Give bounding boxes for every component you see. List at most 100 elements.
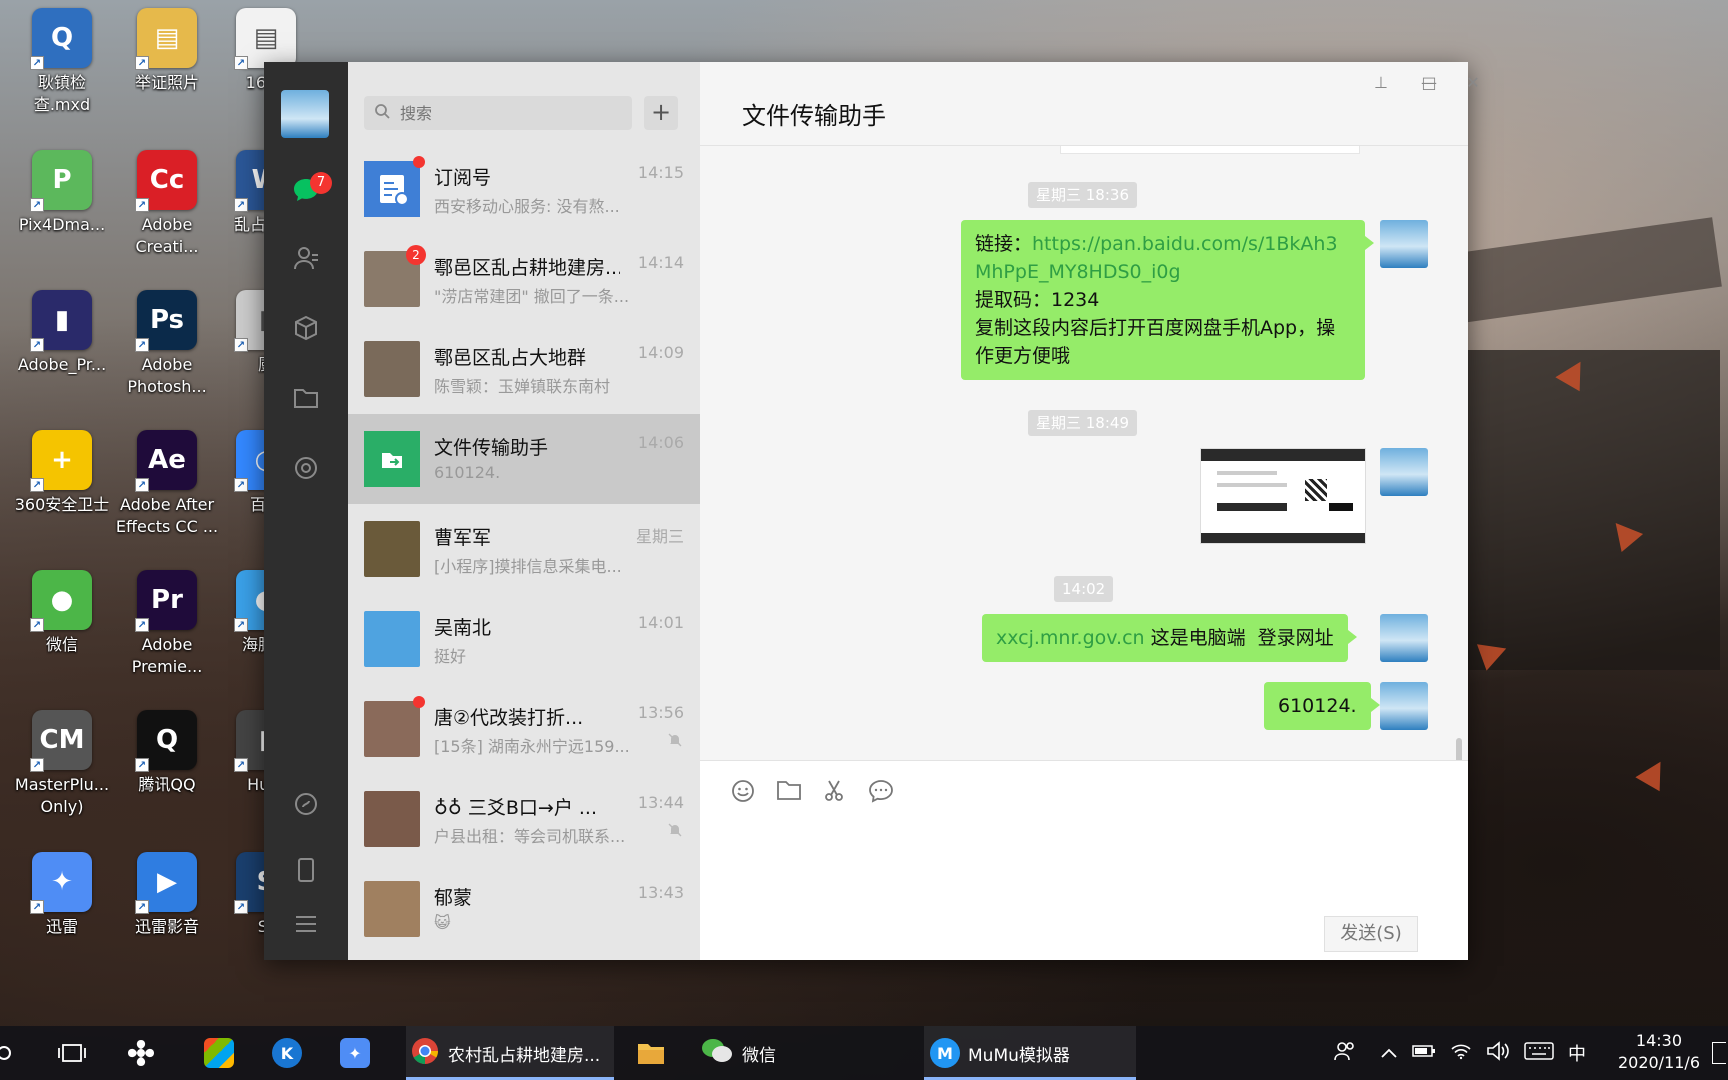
conversation-preview: [小程序]摸排信息采集电...	[434, 557, 622, 576]
desktop-icon[interactable]: + ↗ 360安全卫士	[10, 430, 114, 516]
system-clock[interactable]: 14:30 2020/11/6	[1618, 1030, 1700, 1074]
desktop-icon[interactable]: Q ↗ 耿镇检查.mxd	[10, 8, 114, 116]
conversation-item[interactable]: 2 鄠邑区乱占耕地建房... 14:14 "涝店常建团" 撤回了一条...	[348, 234, 700, 324]
desktop-app-icon: Q ↗	[30, 8, 92, 70]
chevron-up-icon[interactable]	[1380, 1043, 1398, 1064]
desktop-icon[interactable]: ● ↗ 微信	[10, 570, 114, 656]
site-link[interactable]: xxcj.mnr.gov.cn	[996, 627, 1145, 649]
desktop-icon[interactable]: Ps ↗ Adobe Photosh...	[115, 290, 219, 398]
user-avatar[interactable]	[281, 90, 329, 138]
shortcut-arrow-icon: ↗	[30, 338, 44, 352]
screenshot-thumbnail-block	[1217, 503, 1287, 511]
folder-icon[interactable]	[774, 779, 804, 809]
contacts-icon[interactable]	[290, 242, 322, 274]
file-explorer-icon[interactable]	[636, 1026, 666, 1080]
desktop-icon[interactable]: P ↗ Pix4Dma...	[10, 150, 114, 236]
close-icon[interactable]: ✕	[1460, 70, 1486, 96]
desktop-icon-label: Adobe Photosh...	[127, 355, 207, 396]
desktop-app-icon: + ↗	[30, 430, 92, 492]
moments-icon[interactable]	[290, 452, 322, 484]
battery-icon[interactable]	[1412, 1043, 1436, 1064]
sender-avatar[interactable]	[1380, 448, 1428, 496]
task-view-icon[interactable]	[58, 1026, 86, 1080]
shortcut-arrow-icon: ↗	[234, 618, 248, 632]
message-composer[interactable]: 发送(S)	[700, 760, 1468, 960]
sender-avatar[interactable]	[1380, 220, 1428, 268]
menu-icon[interactable]	[290, 908, 322, 940]
screenshot-thumbnail-line	[1217, 471, 1277, 475]
site-message[interactable]: xxcj.mnr.gov.cn 这是电脑端 登录网址	[982, 614, 1357, 662]
conversation-item[interactable]: 曹军军 星期三 [小程序]摸排信息采集电...	[348, 504, 700, 594]
conversation-name: 唐②代改装打折...	[434, 707, 584, 729]
conversation-preview: "涝店常建团" 撤回了一条...	[434, 287, 630, 306]
sender-avatar[interactable]	[1380, 682, 1428, 730]
maximize-icon[interactable]: □	[1416, 70, 1442, 96]
phone-icon[interactable]	[290, 854, 322, 886]
sender-avatar[interactable]	[1380, 614, 1428, 662]
conversation-body: 吴南北 14:01 挺好	[434, 611, 684, 667]
conversation-item[interactable]: ♁♁ 三爻B口→户 ... 13:44 户县出租：等会司机联系...	[348, 774, 700, 864]
conversation-time: 14:09	[637, 343, 684, 362]
image-message[interactable]	[1200, 448, 1366, 544]
chrome-taskbar-item[interactable]: 农村乱占耕地建房...	[406, 1026, 614, 1080]
conversation-item[interactable]: 唐②代改装打折... 13:56 [15条] 湖南永州宁远159...	[348, 684, 700, 774]
ime-indicator[interactable]: 中	[1568, 1040, 1586, 1066]
conversation-time: 13:43	[637, 883, 684, 902]
conversation-item[interactable]: 吴南北 14:01 挺好	[348, 594, 700, 684]
emoji-icon[interactable]	[728, 779, 758, 809]
conversation-item[interactable]: 鄠邑区乱占大地群 14:09 陈雪颖：玉婵镇联东南村	[348, 324, 700, 414]
desktop-icon[interactable]: ▶ ↗ 迅雷影音	[115, 852, 219, 938]
mini-programs-icon[interactable]	[290, 788, 322, 820]
pin-icon[interactable]: ⊥	[1368, 70, 1394, 96]
add-chat-button[interactable]: +	[644, 96, 678, 130]
desktop-icon[interactable]: ✦ ↗ 迅雷	[10, 852, 114, 938]
conversation-body: 郁蒙 13:43 😺	[434, 881, 684, 937]
chrome-taskbar-label: 农村乱占耕地建房...	[448, 1045, 601, 1066]
conversation-name: 鄠邑区乱占耕地建房...	[434, 257, 620, 279]
volume-icon[interactable]	[1486, 1040, 1510, 1066]
notification-icon[interactable]	[1712, 1042, 1726, 1064]
muted-bell-icon	[668, 733, 682, 751]
text-message[interactable]: 610124.	[1264, 682, 1380, 730]
shortcut-arrow-icon: ↗	[234, 338, 248, 352]
wechat-taskbar-item[interactable]: 微信	[700, 1026, 900, 1080]
search-box[interactable]	[364, 96, 632, 130]
link-message[interactable]: 链接：https://pan.baidu.com/s/1BkAh3MhPpE_M…	[961, 220, 1374, 380]
wifi-icon[interactable]	[1450, 1042, 1472, 1065]
desktop-app-icon: Cc ↗	[135, 150, 197, 212]
desktop-icon[interactable]: CM ↗ MasterPlu... Only)	[10, 710, 114, 818]
store-icon[interactable]	[204, 1026, 234, 1080]
link-instruction: 复制这段内容后打开百度网盘手机App，操作更方便哦	[975, 317, 1336, 367]
desktop-icon[interactable]: Cc ↗ Adobe Creati...	[115, 150, 219, 258]
desktop-icon[interactable]: Q ↗ 腾讯QQ	[115, 710, 219, 796]
fan-app-icon[interactable]	[126, 1026, 156, 1080]
qr-code-icon	[1305, 479, 1327, 501]
send-button[interactable]: 发送(S)	[1324, 916, 1418, 952]
start-button[interactable]	[0, 1026, 30, 1080]
wechat-window: 7 + 订阅号14:15西安移动心服务: 没有	[264, 62, 1480, 960]
conversation-item[interactable]: 郁蒙 13:43 😺	[348, 864, 700, 954]
k-app-icon[interactable]: K	[272, 1026, 302, 1080]
conversation-item[interactable]: 文件传输助手 14:06 610124.	[348, 414, 700, 504]
keyboard-icon[interactable]	[1524, 1041, 1554, 1065]
xunlei-taskbar-icon[interactable]: ✦	[340, 1026, 370, 1080]
people-icon[interactable]	[1334, 1040, 1356, 1067]
desktop-icon-label: 360安全卫士	[14, 495, 110, 514]
conversation-item[interactable]: 订阅号 14:15 西安移动心服务: 没有熬...	[348, 144, 700, 234]
desktop-icon[interactable]: Pr ↗ Adobe Premie...	[115, 570, 219, 678]
desktop-icon[interactable]: Ae ↗ Adobe After Effects CC ...	[115, 430, 219, 538]
favorites-icon[interactable]	[290, 312, 322, 344]
previous-message-edge	[1060, 146, 1360, 154]
desktop-icon[interactable]: ▤ ↗ 举证照片	[115, 8, 219, 94]
shortcut-arrow-icon: ↗	[234, 900, 248, 914]
mumu-icon: M	[930, 1038, 960, 1068]
chat-history-icon[interactable]	[866, 779, 896, 809]
mumu-taskbar-item[interactable]: M MuMu模拟器	[924, 1026, 1136, 1080]
scissors-icon[interactable]	[820, 779, 850, 809]
shortcut-arrow-icon: ↗	[135, 758, 149, 772]
files-icon[interactable]	[290, 382, 322, 414]
desktop-app-icon: ▶ ↗	[135, 852, 197, 914]
search-input[interactable]	[400, 103, 610, 123]
conversation-pane: + 订阅号 14:15 西安移动心服务: 没有熬... 2 鄠邑区乱占耕地建房... 14…	[348, 62, 700, 960]
desktop-icon[interactable]: ▮ ↗ Adobe_Pr...	[10, 290, 114, 376]
